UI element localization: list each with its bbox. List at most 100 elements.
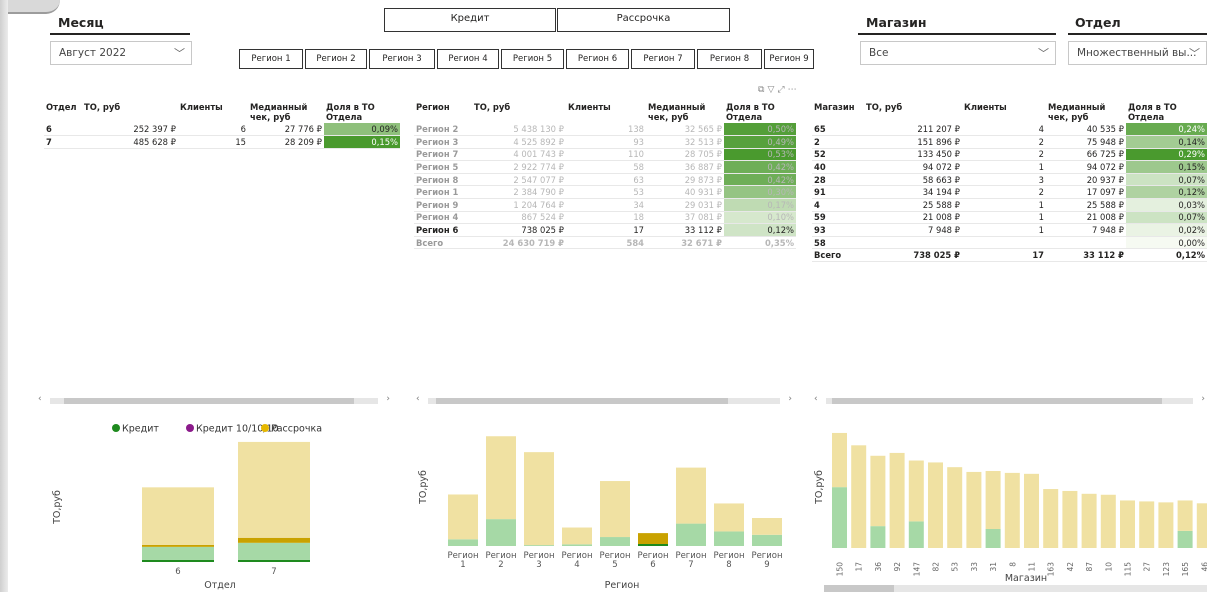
col-header-clients[interactable]: Клиенты xyxy=(566,101,646,123)
bar-segment[interactable] xyxy=(1139,501,1155,548)
col-header-share[interactable]: Доля в ТО Отдела xyxy=(324,101,400,123)
filter-icon[interactable]: ▽ xyxy=(767,85,777,95)
col-header-median[interactable]: Медианный чек, руб xyxy=(248,101,324,123)
col-header-clients[interactable]: Клиенты xyxy=(962,101,1046,123)
col-header-region[interactable]: Регион xyxy=(414,101,472,123)
bar-segment[interactable] xyxy=(985,470,1001,529)
bar-segment[interactable] xyxy=(832,432,847,488)
bar-segment[interactable] xyxy=(1158,502,1174,548)
bar-segment[interactable] xyxy=(1177,530,1193,548)
region-button-6[interactable]: Регион 6 xyxy=(566,49,629,69)
table-row[interactable]: Регион 6 738 025 ₽17 33 112 ₽0,12% xyxy=(414,223,796,237)
table-row[interactable]: Регион 34 525 892 ₽93 32 513 ₽0,49% xyxy=(414,135,796,149)
bar-segment[interactable] xyxy=(908,460,924,522)
store-dropdown[interactable]: Все ﹀ xyxy=(860,41,1056,65)
rassrochka-button[interactable]: Рассрочка xyxy=(557,8,730,32)
bar-segment[interactable] xyxy=(524,545,554,546)
bar-segment[interactable] xyxy=(928,462,943,548)
bar-segment[interactable] xyxy=(1100,494,1116,548)
table-row[interactable]: 6 252 397 ₽6 27 776 ₽0,09% xyxy=(44,123,400,137)
col-header-to[interactable]: ТО, руб xyxy=(864,101,962,123)
scroll-right-icon[interactable]: › xyxy=(386,394,390,404)
scroll-right-icon[interactable]: › xyxy=(788,394,792,404)
table-row[interactable]: 28 58 663 ₽3 20 937 ₽0,07% xyxy=(812,173,1207,187)
table-row[interactable]: 93 7 948 ₽1 7 948 ₽0,02% xyxy=(812,223,1207,237)
bar-segment[interactable] xyxy=(1196,503,1207,548)
region-button-9[interactable]: Регион 9 xyxy=(764,49,814,69)
bar-segment[interactable] xyxy=(1177,500,1193,531)
focus-mode-icon[interactable]: ⤢ xyxy=(777,85,787,95)
bar-segment[interactable] xyxy=(1024,473,1039,548)
bar-segment[interactable] xyxy=(889,452,905,548)
table-row[interactable]: Регион 4 867 524 ₽18 37 081 ₽0,10% xyxy=(414,211,796,225)
col-header-dept[interactable]: Отдел xyxy=(44,101,82,123)
bar-segment[interactable] xyxy=(142,559,214,562)
table-row[interactable]: 40 94 072 ₽1 94 072 ₽0,15% xyxy=(812,160,1207,174)
table-row[interactable]: Регион 12 384 790 ₽53 40 931 ₽0,30% xyxy=(414,185,796,200)
scroll-left-icon[interactable]: ‹ xyxy=(38,394,42,404)
region-button-7[interactable]: Регион 7 xyxy=(631,49,695,69)
bar-segment[interactable] xyxy=(985,528,1001,548)
bar-segment[interactable] xyxy=(676,467,706,524)
region-button-3[interactable]: Регион 3 xyxy=(369,49,435,69)
table-row[interactable]: 52 133 450 ₽2 66 725 ₽0,29% xyxy=(812,148,1207,162)
more-options-icon[interactable]: ⋯ xyxy=(788,85,800,95)
bar-segment[interactable] xyxy=(562,544,592,546)
bar-segment[interactable] xyxy=(714,531,744,546)
bar-segment[interactable] xyxy=(1004,472,1020,548)
table-row[interactable]: 91 34 194 ₽2 17 097 ₽0,12% xyxy=(812,185,1207,200)
scroll-left-icon[interactable]: ‹ xyxy=(814,394,818,404)
region-button-4[interactable]: Регион 4 xyxy=(437,49,499,69)
bar-segment[interactable] xyxy=(832,487,847,548)
chart3-scrollbar[interactable]: ‹ › xyxy=(812,394,1207,406)
scrollbar-thumb[interactable] xyxy=(436,398,728,404)
col-header-share[interactable]: Доля в ТО Отдела xyxy=(724,101,796,123)
bar-segment[interactable] xyxy=(870,526,886,548)
bar-segment[interactable] xyxy=(851,445,867,548)
bar-segment[interactable] xyxy=(486,436,516,520)
bar-segment[interactable] xyxy=(142,544,214,547)
bar-segment[interactable] xyxy=(448,494,478,540)
bar-segment[interactable] xyxy=(142,487,214,545)
table-row[interactable]: 4 25 588 ₽1 25 588 ₽0,03% xyxy=(812,198,1207,212)
table-row[interactable]: Регион 52 922 774 ₽58 36 887 ₽0,42% xyxy=(414,160,796,174)
bar-segment[interactable] xyxy=(448,539,478,546)
bar-segment[interactable] xyxy=(1062,490,1078,548)
bar-segment[interactable] xyxy=(870,455,886,527)
bar-segment[interactable] xyxy=(142,546,214,560)
col-header-to[interactable]: ТО, руб xyxy=(472,101,566,123)
bar-segment[interactable] xyxy=(752,518,782,535)
bar-segment[interactable] xyxy=(638,544,668,546)
table-row[interactable]: 65 211 207 ₽4 40 535 ₽0,24% xyxy=(812,123,1207,137)
bar-segment[interactable] xyxy=(676,523,706,546)
chart2-scrollbar[interactable]: ‹ › xyxy=(414,394,794,406)
bar-segment[interactable] xyxy=(752,534,782,546)
bar-segment[interactable] xyxy=(238,559,310,562)
region-button-1[interactable]: Регион 1 xyxy=(239,49,303,69)
kredit-button[interactable]: Кредит xyxy=(384,8,556,32)
chart1-scrollbar[interactable]: ‹ › xyxy=(36,394,392,406)
bar-segment[interactable] xyxy=(238,542,310,560)
col-header-to[interactable]: ТО, руб xyxy=(82,101,178,123)
col-header-median[interactable]: Медианный чек, руб xyxy=(1046,101,1126,123)
chart3-h-scrollbar[interactable] xyxy=(824,585,1207,592)
bar-segment[interactable] xyxy=(638,533,668,545)
bar-segment[interactable] xyxy=(1081,493,1097,548)
bar-segment[interactable] xyxy=(714,503,744,532)
table-row[interactable]: 7 485 628 ₽15 28 209 ₽0,15% xyxy=(44,135,400,149)
col-header-share[interactable]: Доля в ТО Отдела xyxy=(1126,101,1207,123)
scrollbar-thumb[interactable] xyxy=(824,585,894,592)
bar-segment[interactable] xyxy=(1043,489,1059,548)
table-row[interactable]: 59 21 008 ₽1 21 008 ₽0,07% xyxy=(812,211,1207,225)
month-dropdown[interactable]: Август 2022 ﹀ xyxy=(50,41,192,65)
table-row[interactable]: Регион 91 204 764 ₽34 29 031 ₽0,17% xyxy=(414,198,796,212)
table-row[interactable]: Регион 25 438 130 ₽138 32 565 ₽0,50% xyxy=(414,123,796,137)
region-button-2[interactable]: Регион 2 xyxy=(305,49,367,69)
col-header-store[interactable]: Магазин xyxy=(812,101,864,123)
table-row[interactable]: 58 0,00% xyxy=(812,236,1207,250)
dept-dropdown[interactable]: Множественный вы... ﹀ xyxy=(1068,41,1207,65)
scroll-right-icon[interactable]: › xyxy=(1201,394,1205,404)
bar-segment[interactable] xyxy=(908,521,924,548)
scroll-left-icon[interactable]: ‹ xyxy=(416,394,420,404)
table-row[interactable]: 2 151 896 ₽2 75 948 ₽0,14% xyxy=(812,135,1207,149)
